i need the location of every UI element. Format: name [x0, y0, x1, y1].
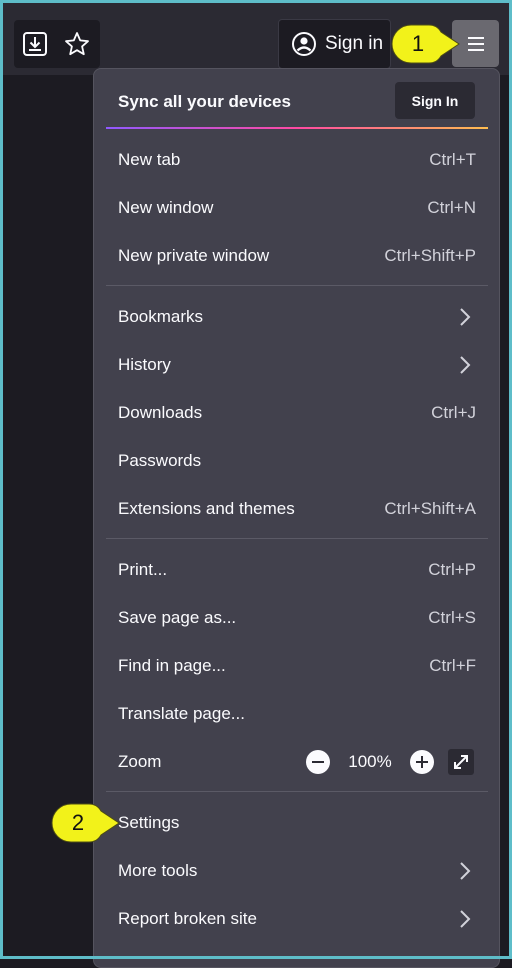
- menu-item-label: Passwords: [118, 451, 202, 470]
- menu-item-label: New tab: [118, 150, 181, 169]
- callout-step-1: 1: [391, 24, 461, 64]
- menu-item-label: Translate page...: [118, 704, 245, 723]
- zoom-level[interactable]: 100%: [330, 752, 410, 772]
- download-icon[interactable]: [17, 26, 53, 62]
- shortcut-text: Ctrl+F: [429, 656, 476, 675]
- shortcut-text: Ctrl+P: [428, 560, 476, 579]
- menu-item-history[interactable]: History: [106, 342, 488, 388]
- sync-sign-in-button[interactable]: Sign In: [395, 82, 475, 119]
- shortcut-text: Ctrl+T: [429, 150, 476, 169]
- menu-item-find-in-page[interactable]: Find in page... Ctrl+F: [106, 643, 488, 689]
- chevron-right-icon: [460, 910, 471, 928]
- shortcut-text: Ctrl+J: [431, 403, 476, 422]
- sync-title: Sync all your devices: [118, 92, 291, 111]
- shortcut-text: Ctrl+Shift+A: [384, 499, 476, 518]
- fullscreen-button[interactable]: [448, 749, 474, 775]
- toolbar-sign-in-button[interactable]: Sign in: [278, 19, 391, 69]
- menu-item-label: Print...: [118, 560, 168, 579]
- fullscreen-icon: [454, 755, 468, 769]
- menu-item-label: Downloads: [118, 403, 203, 422]
- zoom-in-button[interactable]: [410, 750, 434, 774]
- shortcut-text: Ctrl+Shift+P: [384, 246, 476, 265]
- menu-item-label: Zoom: [118, 752, 162, 771]
- callout-number: 2: [71, 810, 85, 835]
- menu-item-label: Report broken site: [118, 909, 257, 928]
- menu-item-bookmarks[interactable]: Bookmarks: [106, 294, 488, 340]
- menu-item-passwords[interactable]: Passwords: [106, 438, 488, 484]
- menu-separator: [106, 791, 488, 792]
- menu-item-settings[interactable]: Settings: [106, 800, 488, 846]
- menu-item-label: Find in page...: [118, 656, 226, 675]
- menu-item-label: Settings: [118, 813, 180, 832]
- menu-item-new-window[interactable]: New window Ctrl+N: [106, 185, 488, 231]
- toolbar-sign-in-label: Sign in: [325, 33, 384, 54]
- menu-item-save-page-as[interactable]: Save page as... Ctrl+S: [106, 595, 488, 641]
- menu-item-label: New window: [118, 198, 214, 217]
- menu-item-more-tools[interactable]: More tools: [106, 848, 488, 894]
- chevron-right-icon: [460, 356, 471, 374]
- star-icon[interactable]: [59, 26, 95, 62]
- menu-item-report-broken-site[interactable]: Report broken site: [106, 896, 488, 942]
- menu-item-extensions-and-themes[interactable]: Extensions and themes Ctrl+Shift+A: [106, 486, 488, 532]
- menu-item-label: More tools: [118, 861, 198, 880]
- zoom-controls: 100%: [306, 746, 474, 778]
- callout-number: 1: [411, 31, 425, 56]
- menu-item-new-private-window[interactable]: New private window Ctrl+Shift+P: [106, 233, 488, 279]
- sync-gradient-divider: [106, 127, 488, 129]
- menu-item-zoom: Zoom 100%: [106, 739, 488, 785]
- hamburger-menu-icon: [465, 35, 487, 53]
- menu-separator: [106, 538, 488, 539]
- menu-item-label: Bookmarks: [118, 307, 204, 326]
- menu-separator: [106, 285, 488, 286]
- shortcut-text: Ctrl+S: [428, 608, 476, 627]
- zoom-out-button[interactable]: [306, 750, 330, 774]
- menu-item-label: Extensions and themes: [118, 499, 295, 518]
- menu-item-new-tab[interactable]: New tab Ctrl+T: [106, 137, 488, 183]
- chevron-right-icon: [460, 308, 471, 326]
- account-icon: [291, 31, 317, 57]
- menu-item-label: Save page as...: [118, 608, 237, 627]
- menu-item-print[interactable]: Print... Ctrl+P: [106, 547, 488, 593]
- menu-item-downloads[interactable]: Downloads Ctrl+J: [106, 390, 488, 436]
- chevron-right-icon: [460, 862, 471, 880]
- menu-item-label: New private window: [118, 246, 270, 265]
- callout-step-2: 2: [51, 803, 121, 843]
- shortcut-text: Ctrl+N: [427, 198, 476, 217]
- menu-item-label: History: [118, 355, 171, 374]
- menu-item-translate-page[interactable]: Translate page...: [106, 691, 488, 737]
- app-menu-panel: Sync all your devices Sign In New tab Ct…: [93, 68, 500, 968]
